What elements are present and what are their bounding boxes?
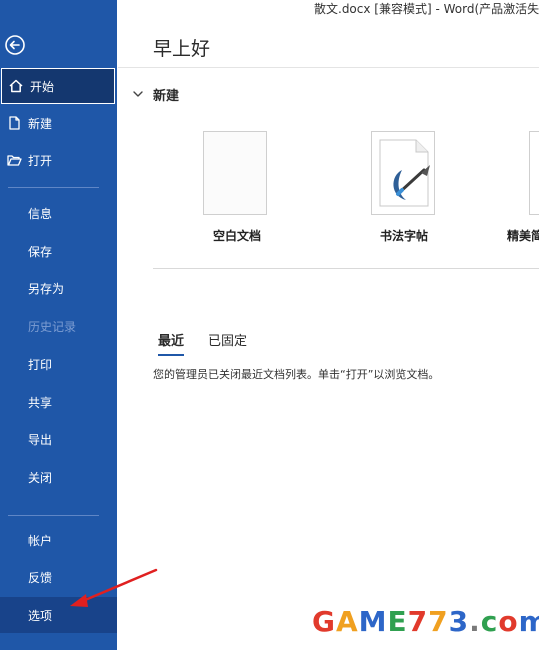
sidebar-item-label: 打印 xyxy=(28,357,53,372)
sidebar-divider xyxy=(8,515,99,516)
template-calligraphy[interactable] xyxy=(371,131,439,215)
sidebar-item-label: 信息 xyxy=(28,206,53,221)
home-icon xyxy=(8,78,24,94)
sidebar-item-label: 历史记录 xyxy=(28,319,77,334)
calligraphy-brush-icon xyxy=(379,139,430,207)
sidebar-item-label: 反馈 xyxy=(28,570,53,585)
template-thumbnail xyxy=(529,131,539,215)
sidebar-item-home[interactable]: 开始 xyxy=(1,68,115,104)
template-thumbnail xyxy=(371,131,435,215)
tab-pinned[interactable]: 已固定 xyxy=(208,330,247,352)
watermark-logo: GAME773.com xyxy=(312,605,539,638)
sidebar-item-feedback[interactable]: 反馈 xyxy=(0,559,117,595)
back-arrow-icon xyxy=(5,35,25,55)
new-section-title: 新建 xyxy=(153,88,180,104)
recent-tabs: 最近 已固定 xyxy=(158,330,271,356)
sidebar-item-account[interactable]: 帐户 xyxy=(0,522,117,558)
tab-recent[interactable]: 最近 xyxy=(158,330,185,356)
sidebar-item-label: 开始 xyxy=(30,79,55,94)
template-label: 书法字帖 xyxy=(380,229,429,243)
sidebar-item-history: 历史记录 xyxy=(0,308,117,344)
new-section-toggle[interactable]: 新建 xyxy=(132,84,179,104)
chevron-down-icon xyxy=(132,88,144,100)
sidebar-item-open[interactable]: 打开 xyxy=(0,142,117,178)
new-document-icon xyxy=(6,115,22,131)
sidebar-item-label: 帐户 xyxy=(28,533,53,548)
sidebar: 开始 新建 打开 信息 保存 另存为 历史记录 打印 共享 导出 关闭 帐户 反… xyxy=(0,0,117,650)
template-thumbnail xyxy=(203,131,267,215)
sidebar-item-save-as[interactable]: 另存为 xyxy=(0,270,117,306)
word-backstage: 开始 新建 打开 信息 保存 另存为 历史记录 打印 共享 导出 关闭 帐户 反… xyxy=(0,0,539,650)
greeting-heading: 早上好 xyxy=(153,38,211,60)
open-folder-icon xyxy=(6,152,22,168)
sidebar-item-label: 选项 xyxy=(28,608,53,623)
sidebar-item-close[interactable]: 关闭 xyxy=(0,459,117,495)
header-divider xyxy=(118,67,539,68)
sidebar-item-label: 保存 xyxy=(28,244,53,259)
sidebar-item-options[interactable]: 选项 xyxy=(0,597,117,633)
sidebar-item-label: 打开 xyxy=(28,153,53,168)
sidebar-item-label: 另存为 xyxy=(28,281,65,296)
template-label: 空白文档 xyxy=(213,229,262,243)
sidebar-item-save[interactable]: 保存 xyxy=(0,233,117,269)
sidebar-item-share[interactable]: 共享 xyxy=(0,384,117,420)
sidebar-item-label: 共享 xyxy=(28,395,53,410)
template-featured[interactable] xyxy=(529,131,539,215)
sidebar-item-label: 关闭 xyxy=(28,470,53,485)
template-label: 精美简 xyxy=(507,229,539,243)
window-title: 散文.docx [兼容模式] - Word(产品激活失败 xyxy=(314,2,539,16)
back-button[interactable] xyxy=(4,34,26,56)
sidebar-item-print[interactable]: 打印 xyxy=(0,346,117,382)
sidebar-item-new[interactable]: 新建 xyxy=(0,105,117,141)
section-divider xyxy=(153,268,539,269)
sidebar-divider xyxy=(8,187,99,188)
sidebar-item-label: 导出 xyxy=(28,432,53,447)
template-blank-document[interactable] xyxy=(203,131,271,215)
recent-disabled-message: 您的管理员已关闭最近文档列表。单击“打开”以浏览文档。 xyxy=(153,368,440,381)
sidebar-item-label: 新建 xyxy=(28,116,53,131)
sidebar-item-info[interactable]: 信息 xyxy=(0,195,117,231)
sidebar-item-export[interactable]: 导出 xyxy=(0,421,117,457)
